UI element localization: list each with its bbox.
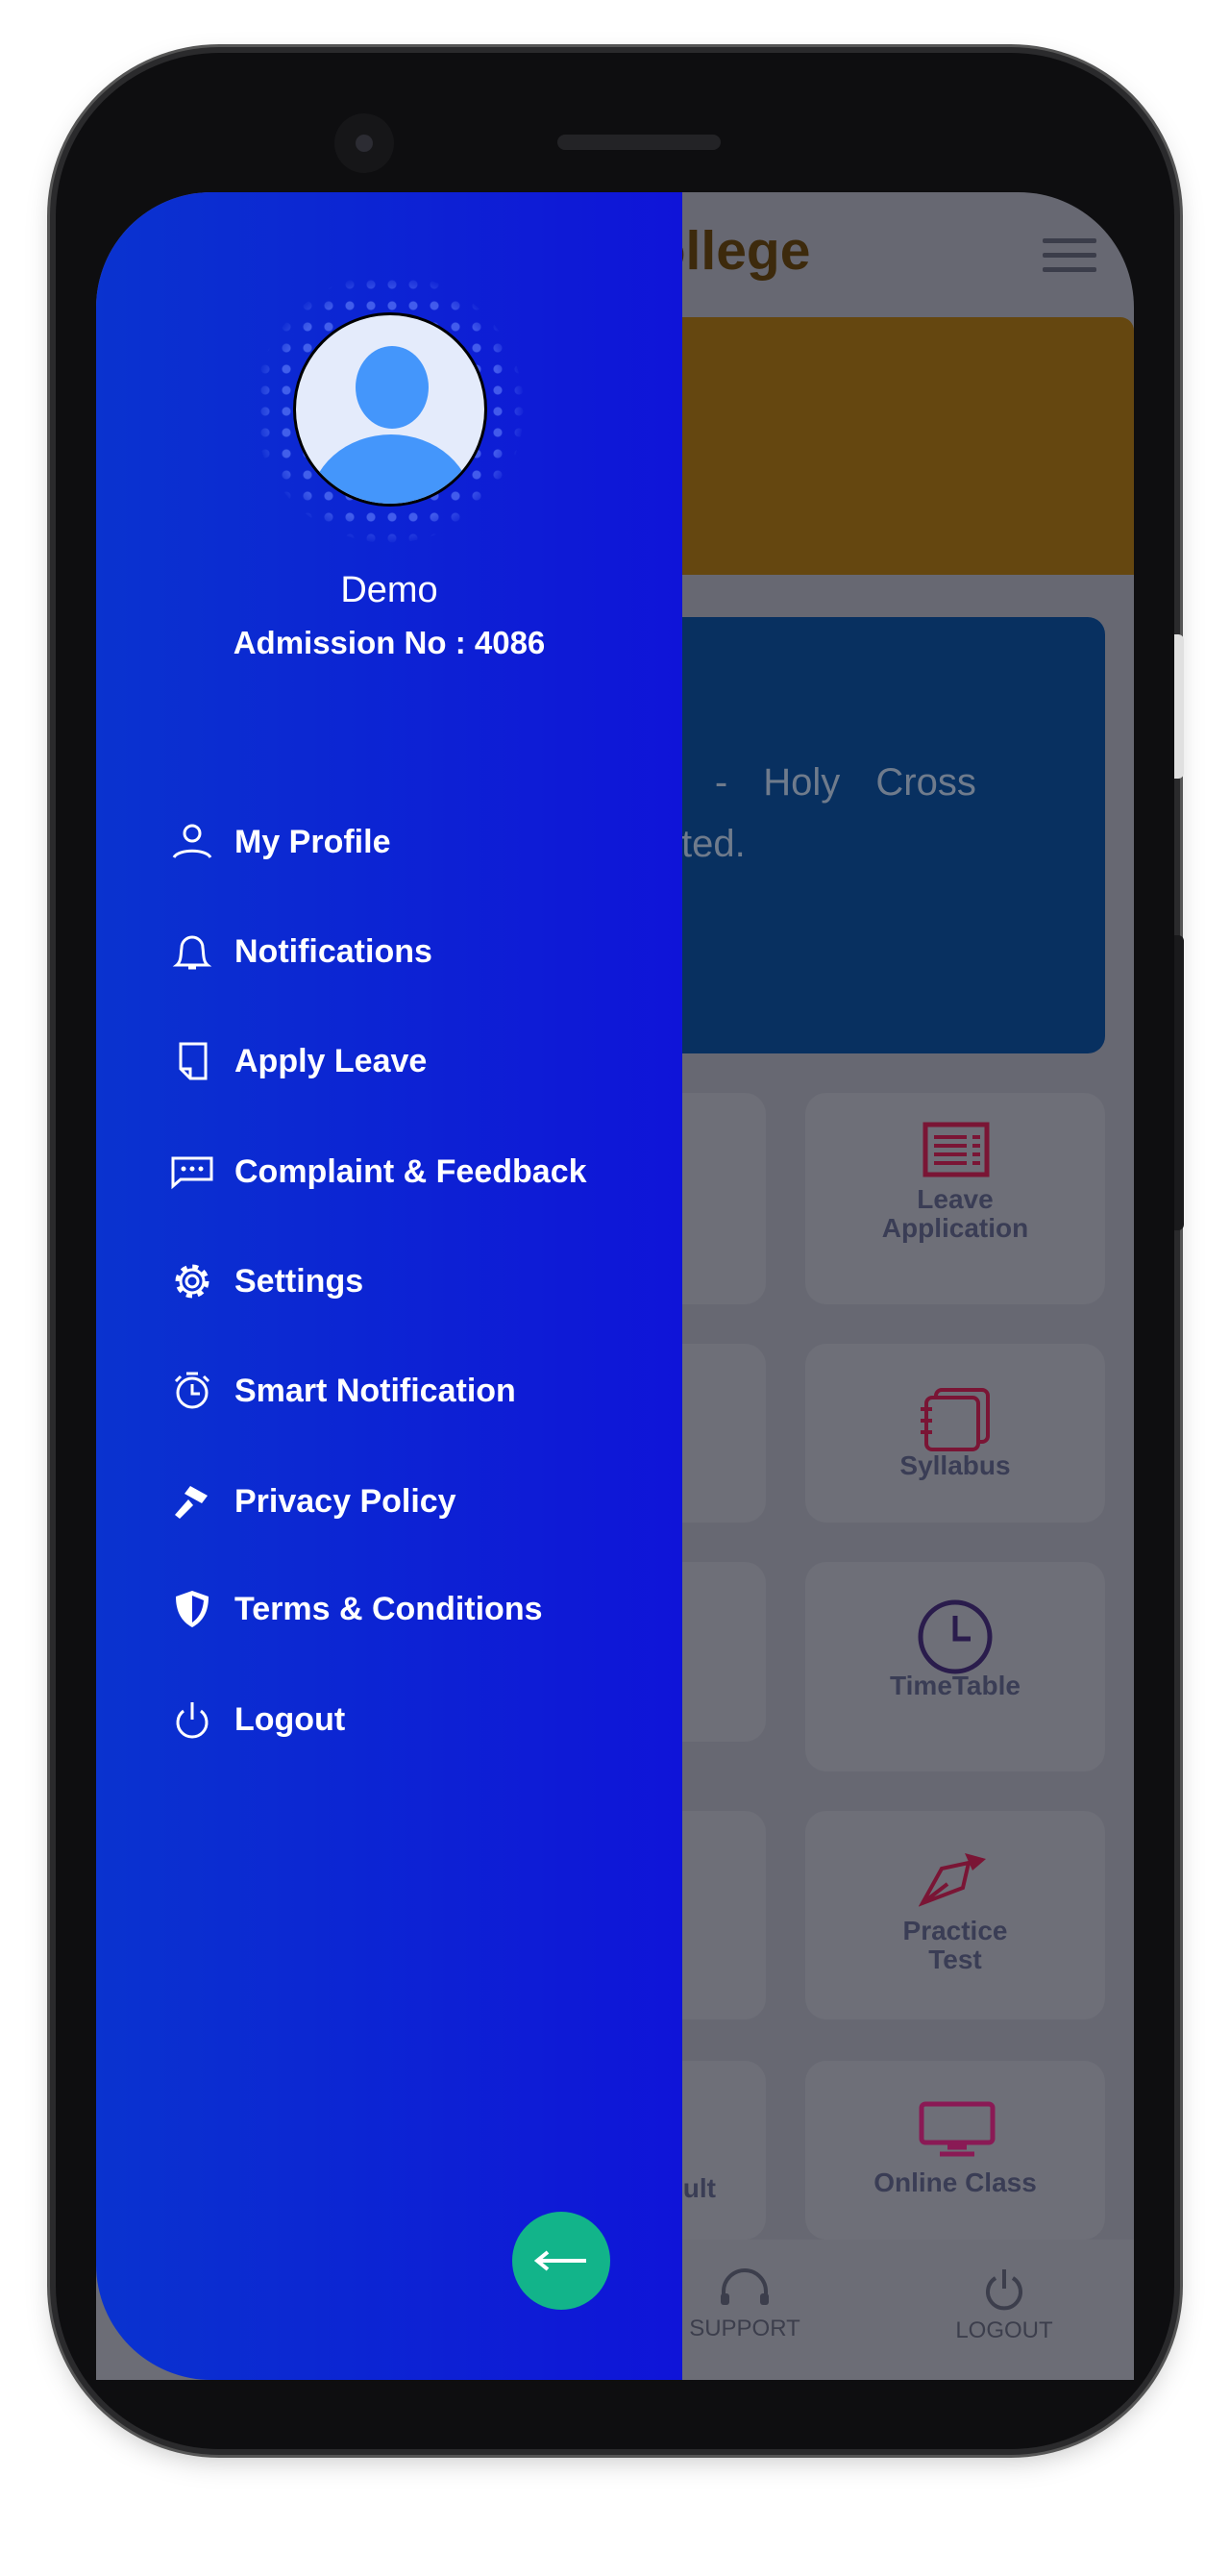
notebook-icon: [921, 1388, 990, 1451]
menu-label: Privacy Policy: [234, 1482, 456, 1520]
tile-leave-application[interactable]: Leave Application: [805, 1093, 1105, 1304]
menu-my-profile[interactable]: My Profile: [171, 813, 390, 871]
user-icon: [172, 824, 212, 859]
bell-icon: [172, 935, 212, 970]
camera-icon: [334, 113, 394, 173]
tile-timetable[interactable]: TimeTable: [805, 1562, 1105, 1771]
gear-icon: [175, 1264, 209, 1299]
menu-logout[interactable]: Logout: [171, 1691, 345, 1748]
gavel-icon: [175, 1486, 208, 1519]
menu-complaint-feedback[interactable]: Complaint & Feedback: [171, 1143, 587, 1201]
menu-label: Apply Leave: [234, 1042, 428, 1079]
monitor-icon: [919, 2101, 996, 2157]
headset-icon: [721, 2268, 769, 2305]
menu-label: Complaint & Feedback: [234, 1152, 587, 1190]
tile-label: ult: [682, 2173, 716, 2203]
menu-label: Logout: [234, 1700, 346, 1738]
tile-syllabus[interactable]: Syllabus: [805, 1344, 1105, 1523]
menu-notifications[interactable]: Notifications: [171, 923, 432, 980]
close-drawer-button[interactable]: [512, 2212, 610, 2310]
menu-label: Terms & Conditions: [234, 1590, 543, 1627]
chat-icon: [171, 1156, 213, 1190]
power-icon: [986, 2269, 1022, 2311]
receipt-icon: [922, 1122, 990, 1177]
menu-label: Notifications: [234, 932, 432, 970]
menu-label: Settings: [234, 1262, 364, 1300]
menu-apply-leave[interactable]: Apply Leave: [171, 1032, 427, 1090]
shield-icon: [176, 1591, 209, 1627]
nav-logout[interactable]: LOGOUT: [927, 2266, 1081, 2344]
menu-settings[interactable]: Settings: [171, 1252, 363, 1310]
pen-nib-icon: [919, 1853, 986, 1907]
user-name: Demo: [340, 570, 438, 610]
clock-icon: [918, 1599, 993, 1674]
tile-online-class[interactable]: Online Class: [805, 2061, 1105, 2240]
nav-support[interactable]: SUPPORT: [668, 2266, 822, 2342]
tile-practice-test[interactable]: Practice Test: [805, 1811, 1105, 2019]
tile-label: Syllabus: [899, 1450, 1011, 1480]
menu-label: My Profile: [234, 823, 391, 860]
hamburger-menu-icon[interactable]: [1043, 238, 1096, 282]
tile-label: Online Class: [873, 2167, 1037, 2197]
tile-label: TimeTable: [890, 1671, 1021, 1700]
menu-smart-notification[interactable]: Smart Notification: [171, 1362, 516, 1420]
tile-label: Practice Test: [902, 1916, 1008, 1974]
admission-number: Admission No : 4086: [233, 625, 546, 660]
nav-label: SUPPORT: [689, 2316, 800, 2341]
speaker-grille: [557, 135, 721, 150]
user-avatar-icon: [293, 312, 487, 507]
power-icon: [176, 1702, 209, 1739]
power-button: [1174, 935, 1184, 1230]
alarm-clock-icon: [174, 1372, 210, 1409]
arrow-left-icon: [534, 2250, 586, 2271]
note-icon: [179, 1042, 208, 1080]
volume-button: [1174, 634, 1184, 779]
nav-label: LOGOUT: [955, 2317, 1053, 2343]
menu-label: Smart Notification: [234, 1372, 516, 1409]
tile-label: Leave Application: [881, 1184, 1029, 1243]
menu-privacy-policy[interactable]: Privacy Policy: [171, 1473, 456, 1530]
menu-terms-conditions[interactable]: Terms & Conditions: [171, 1580, 543, 1638]
